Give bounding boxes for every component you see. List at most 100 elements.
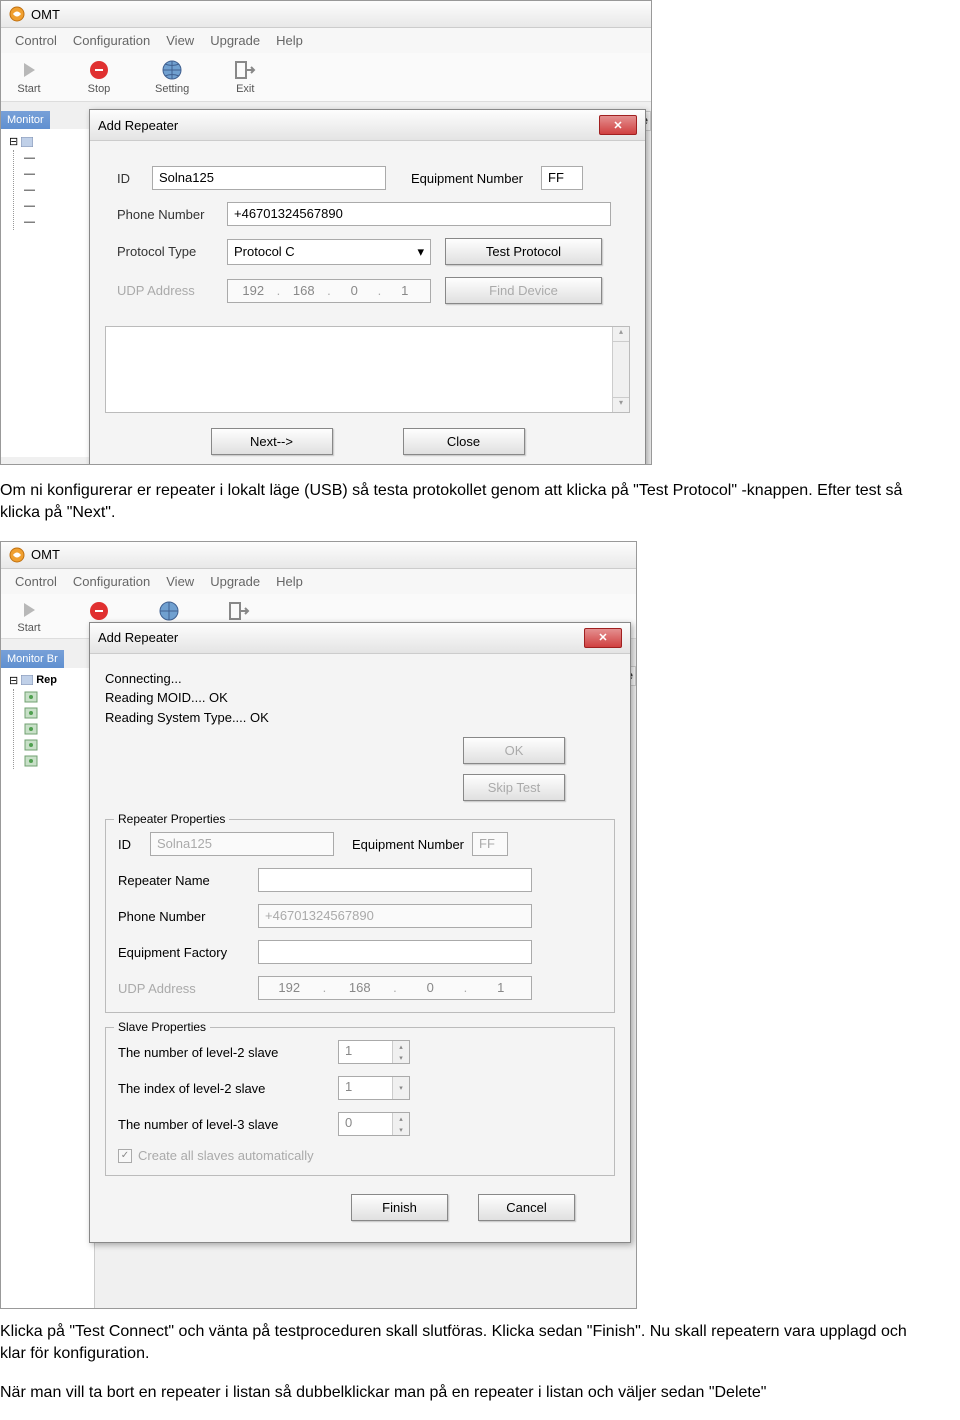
auto-create-checkbox: ✓ bbox=[118, 1149, 132, 1163]
ip-seg-2: 168 bbox=[289, 283, 319, 299]
tree-leaf[interactable] bbox=[20, 689, 90, 705]
close-button[interactable]: ✕ bbox=[599, 115, 637, 135]
ip-seg-1: 192 bbox=[274, 980, 304, 996]
spinner-down-icon: ▾ bbox=[393, 1124, 409, 1135]
ip-seg-1: 192 bbox=[238, 283, 268, 299]
factory-label: Equipment Factory bbox=[118, 945, 258, 960]
tree-root[interactable]: ⊟ Rep bbox=[5, 672, 90, 689]
close-button-2[interactable]: Close bbox=[403, 428, 525, 455]
dialog-titlebar: Add Repeater ✕ bbox=[90, 623, 630, 654]
instruction-para-3: När man vill ta bort en repeater i lista… bbox=[0, 1382, 920, 1404]
menu-upgrade[interactable]: Upgrade bbox=[210, 33, 260, 48]
status-log: Connecting... Reading MOID.... OK Readin… bbox=[105, 669, 615, 728]
tree-tab[interactable]: Monitor bbox=[1, 111, 50, 129]
tree-leaf[interactable]: — bbox=[20, 150, 90, 166]
tree-root[interactable]: ⊟ bbox=[5, 133, 90, 150]
tree-leaf[interactable] bbox=[20, 753, 90, 769]
menu-view[interactable]: View bbox=[166, 574, 194, 589]
tree-leaf[interactable] bbox=[20, 705, 90, 721]
dialog-title-text: Add Repeater bbox=[98, 630, 178, 645]
spinner-up-icon: ▴ bbox=[393, 1113, 409, 1124]
tree-leaf[interactable]: — bbox=[20, 214, 90, 230]
name-input[interactable] bbox=[258, 868, 532, 892]
app-title: OMT bbox=[31, 7, 60, 22]
collapse-icon: ⊟ bbox=[9, 674, 18, 687]
spinner-value: 0 bbox=[339, 1113, 392, 1135]
tree-leaf[interactable]: — bbox=[20, 166, 90, 182]
id-label: ID bbox=[118, 837, 150, 852]
phone-input: +46701324567890 bbox=[258, 904, 532, 928]
scrollbar[interactable]: ▴ ▾ bbox=[612, 327, 629, 412]
collapse-icon: ⊟ bbox=[9, 135, 18, 148]
close-icon: ✕ bbox=[598, 631, 607, 644]
scroll-down-icon[interactable]: ▾ bbox=[613, 397, 629, 412]
dialog-body: Connecting... Reading MOID.... OK Readin… bbox=[90, 654, 630, 1243]
menu-help[interactable]: Help bbox=[276, 33, 303, 48]
node-icon bbox=[24, 755, 38, 767]
udp-label: UDP Address bbox=[118, 981, 258, 996]
next-button[interactable]: Next--> bbox=[211, 428, 333, 455]
app-title: OMT bbox=[31, 547, 60, 562]
stop-icon bbox=[85, 600, 113, 622]
log-textarea[interactable]: ▴ ▾ bbox=[105, 326, 630, 413]
exit-icon bbox=[231, 59, 259, 81]
l2idx-spinner: 1 ▾ bbox=[338, 1076, 410, 1100]
cancel-button[interactable]: Cancel bbox=[478, 1194, 575, 1221]
ip-seg-3: 0 bbox=[415, 980, 445, 996]
tree-tab[interactable]: Monitor Br bbox=[1, 650, 64, 668]
equip-input[interactable]: FF bbox=[541, 166, 583, 190]
folder-icon bbox=[21, 675, 33, 685]
exit-icon bbox=[225, 600, 253, 622]
dialog-title-text: Add Repeater bbox=[98, 118, 178, 133]
menu-configuration[interactable]: Configuration bbox=[73, 33, 150, 48]
factory-input[interactable] bbox=[258, 940, 532, 964]
l3num-spinner: 0 ▴▾ bbox=[338, 1112, 410, 1136]
auto-create-row: ✓ Create all slaves automatically bbox=[118, 1148, 602, 1163]
ip-seg-4: 1 bbox=[390, 283, 420, 299]
finish-button[interactable]: Finish bbox=[351, 1194, 448, 1221]
screenshot-1: OMT Control Configuration View Upgrade H… bbox=[0, 0, 652, 465]
menu-configuration[interactable]: Configuration bbox=[73, 574, 150, 589]
menu-view[interactable]: View bbox=[166, 33, 194, 48]
toolbar-start-label: Start bbox=[17, 622, 40, 634]
node-icon bbox=[24, 723, 38, 735]
tree-leaf[interactable]: — bbox=[20, 182, 90, 198]
close-button[interactable]: ✕ bbox=[584, 628, 622, 648]
slave-properties-group: Slave Properties The number of level-2 s… bbox=[105, 1027, 615, 1176]
app-icon bbox=[9, 6, 25, 22]
tree-leaf[interactable] bbox=[20, 721, 90, 737]
menu-control[interactable]: Control bbox=[15, 33, 57, 48]
l2num-label: The number of level-2 slave bbox=[118, 1045, 338, 1060]
tree-root-label: Rep bbox=[36, 674, 57, 686]
toolbar: Start Stop Setting Exit bbox=[1, 53, 651, 102]
proto-select[interactable]: Protocol C ▾ bbox=[227, 239, 431, 265]
test-protocol-button[interactable]: Test Protocol bbox=[445, 238, 602, 265]
equip-label: Equipment Number bbox=[411, 171, 541, 186]
phone-input[interactable]: +46701324567890 bbox=[227, 202, 611, 226]
udp-input: 192. 168. 0. 1 bbox=[258, 976, 532, 1000]
spinner-value: 1 bbox=[339, 1041, 392, 1063]
instruction-para-2: Klicka på "Test Connect" och vänta på te… bbox=[0, 1321, 920, 1366]
toolbar-stop[interactable]: Stop bbox=[85, 59, 113, 95]
folder-icon bbox=[21, 137, 33, 147]
id-input[interactable]: Solna125 bbox=[152, 166, 386, 190]
tree-leaf[interactable] bbox=[20, 737, 90, 753]
tree-panel: ⊟ — — — — — bbox=[1, 129, 95, 457]
scroll-up-icon[interactable]: ▴ bbox=[613, 327, 629, 342]
equip-label: Equipment Number bbox=[352, 837, 464, 852]
toolbar-start[interactable]: Start bbox=[15, 59, 43, 95]
toolbar-exit[interactable]: Exit bbox=[231, 59, 259, 95]
close-icon: ✕ bbox=[613, 119, 622, 132]
ip-seg-4: 1 bbox=[486, 980, 516, 996]
menu-upgrade[interactable]: Upgrade bbox=[210, 574, 260, 589]
tree-leaf[interactable]: — bbox=[20, 198, 90, 214]
proto-value: Protocol C bbox=[234, 244, 295, 259]
menu-help[interactable]: Help bbox=[276, 574, 303, 589]
menu-control[interactable]: Control bbox=[15, 574, 57, 589]
toolbar-start[interactable]: Start bbox=[15, 600, 43, 632]
udp-input: 192. 168. 0. 1 bbox=[227, 279, 431, 303]
id-input: Solna125 bbox=[150, 832, 334, 856]
node-icon bbox=[24, 691, 38, 703]
group-title: Slave Properties bbox=[114, 1020, 210, 1034]
toolbar-setting[interactable]: Setting bbox=[155, 59, 189, 95]
